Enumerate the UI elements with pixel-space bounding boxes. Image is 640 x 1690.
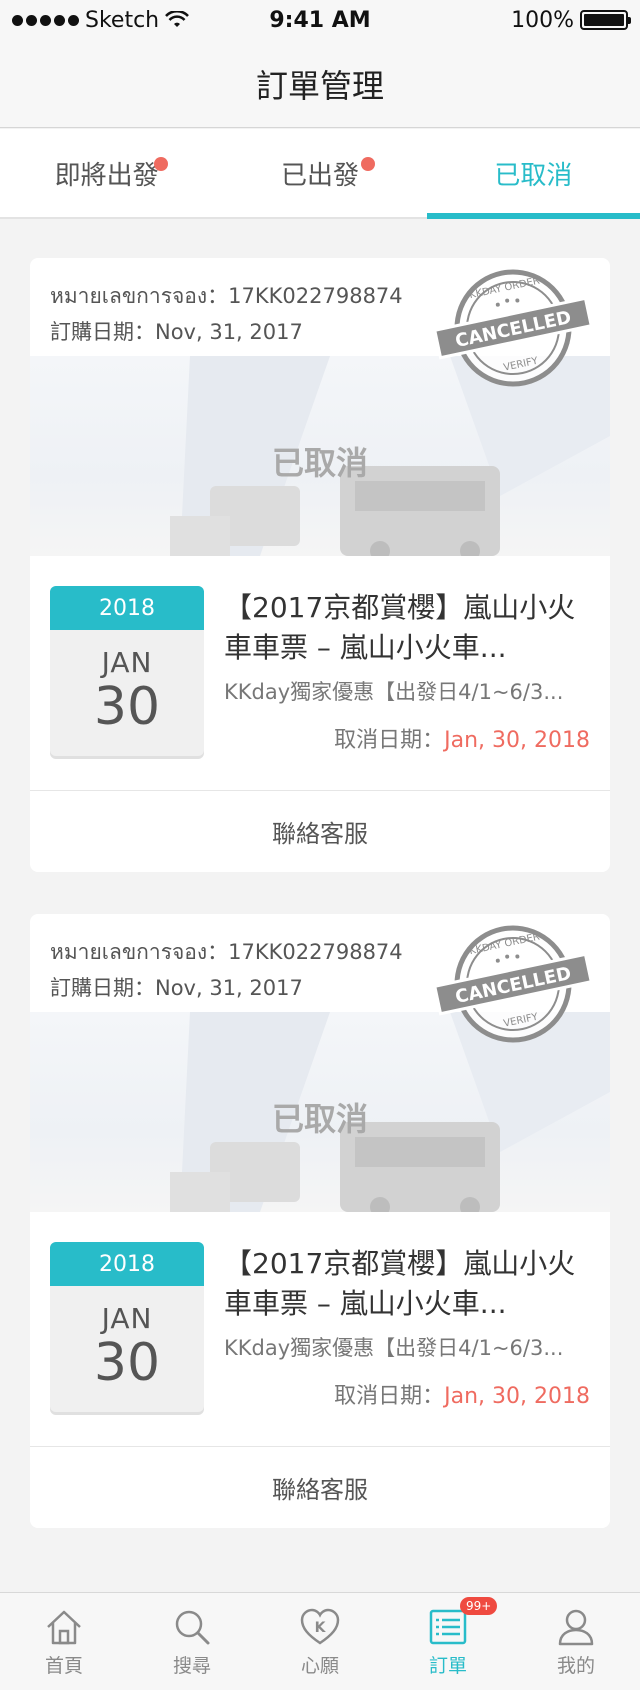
product-title[interactable]: 【2017京都賞櫻】嵐山小火車車票 – 嵐山小火車... <box>224 1244 590 1324</box>
status-left: Sketch <box>12 7 190 33</box>
status-right: 100% <box>511 7 631 33</box>
tabbar-label: 搜尋 <box>172 1655 211 1677</box>
cancel-info: 取消日期：Jan, 30, 2018 <box>334 1378 590 1410</box>
notification-dot <box>361 157 376 171</box>
date-year: 2018 <box>50 586 204 630</box>
cancel-date: Jan, 30, 2018 <box>444 1384 590 1409</box>
tab-upcoming[interactable]: 即將出發 <box>0 129 213 217</box>
banner-status: 已取消 <box>271 1100 368 1138</box>
date-day: 30 <box>93 677 161 737</box>
date-month: JAN <box>101 646 153 679</box>
tabbar-search[interactable]: 搜尋 <box>128 1593 256 1690</box>
tabbar-home[interactable]: 首頁 <box>0 1593 128 1690</box>
search-icon <box>175 1610 210 1645</box>
status-bar: Sketch 9:41 AM 100% <box>0 0 640 40</box>
order-card: หมายเลขการจอง：17KK022798874 訂購日期：Nov, 31… <box>30 914 610 1528</box>
contact-support-button[interactable]: 聯絡客服 <box>30 791 610 872</box>
tabbar-label: 我的 <box>556 1655 595 1677</box>
tabbar-label: 心願 <box>300 1655 339 1677</box>
order-meta: หมายเลขการจอง：17KK022798874 訂購日期：Nov, 31… <box>50 278 403 350</box>
carrier-label: Sketch <box>85 7 160 33</box>
tab-label: 已取消 <box>494 160 573 191</box>
purchase-date: 訂購日期：Nov, 31, 2017 <box>50 320 303 344</box>
order-meta: หมายเลขการจอง：17KK022798874 訂購日期：Nov, 31… <box>50 934 403 1006</box>
tabbar-profile[interactable]: 我的 <box>512 1593 640 1690</box>
purchase-date: 訂購日期：Nov, 31, 2017 <box>50 976 303 1000</box>
date-day: 30 <box>93 1333 161 1393</box>
tabbar-label: 首頁 <box>44 1655 83 1677</box>
wifi-icon <box>165 11 190 27</box>
cancel-label: 取消日期： <box>334 728 445 753</box>
booking-number: หมายเลขการจอง：17KK022798874 <box>50 940 403 964</box>
svg-text:K: K <box>315 1620 327 1636</box>
nav-bar: 訂單管理 <box>0 40 640 128</box>
product-subtitle: KKday獨家優惠【出發日4/1~6/3... <box>224 1336 564 1360</box>
cancelled-stamp: KKDAY ORDER CANCELLED VERIFY <box>432 268 594 392</box>
order-count-badge: 99+ <box>460 1597 498 1615</box>
tab-departed[interactable]: 已出發 <box>213 129 426 217</box>
heart-k-icon: K <box>300 1608 340 1645</box>
tabbar-wishlist[interactable]: K 心願 <box>256 1593 384 1690</box>
travel-date: 2018 JAN 30 <box>50 1242 204 1412</box>
travel-date: 2018 JAN 30 <box>50 586 204 756</box>
tabbar-orders[interactable]: 99+ 訂單 <box>384 1593 512 1690</box>
signal-icon <box>12 14 79 26</box>
battery-percent: 100% <box>511 7 574 33</box>
booking-number: หมายเลขการจอง：17KK022798874 <box>50 284 403 308</box>
cancel-info: 取消日期：Jan, 30, 2018 <box>334 722 590 754</box>
order-card: หมายเลขการจอง：17KK022798874 訂購日期：Nov, 31… <box>30 258 610 872</box>
profile-icon <box>558 1609 594 1646</box>
order-tabs: 即將出發 已出發 已取消 <box>0 129 640 219</box>
tabbar-label: 訂單 <box>428 1655 467 1677</box>
contact-support-button[interactable]: 聯絡客服 <box>30 1447 610 1528</box>
cancel-label: 取消日期： <box>334 1384 445 1409</box>
home-icon <box>47 1610 81 1645</box>
banner-status: 已取消 <box>271 444 368 482</box>
tab-label: 已出發 <box>280 160 359 191</box>
tab-label: 即將出發 <box>54 160 159 191</box>
product-subtitle: KKday獨家優惠【出發日4/1~6/3... <box>224 680 564 704</box>
cancelled-stamp: KKDAY ORDER CANCELLED VERIFY <box>432 924 594 1048</box>
bottom-tab-bar: 首頁 搜尋 K 心願 99+ 訂單 我的 <box>0 1592 640 1690</box>
page-title: 訂單管理 <box>255 66 384 105</box>
date-year: 2018 <box>50 1242 204 1286</box>
product-title[interactable]: 【2017京都賞櫻】嵐山小火車車票 – 嵐山小火車... <box>224 588 590 668</box>
tab-cancelled[interactable]: 已取消 <box>426 129 640 219</box>
cancel-date: Jan, 30, 2018 <box>444 728 590 753</box>
battery-icon <box>580 10 631 30</box>
notification-dot <box>154 157 168 171</box>
date-month: JAN <box>101 1302 153 1335</box>
